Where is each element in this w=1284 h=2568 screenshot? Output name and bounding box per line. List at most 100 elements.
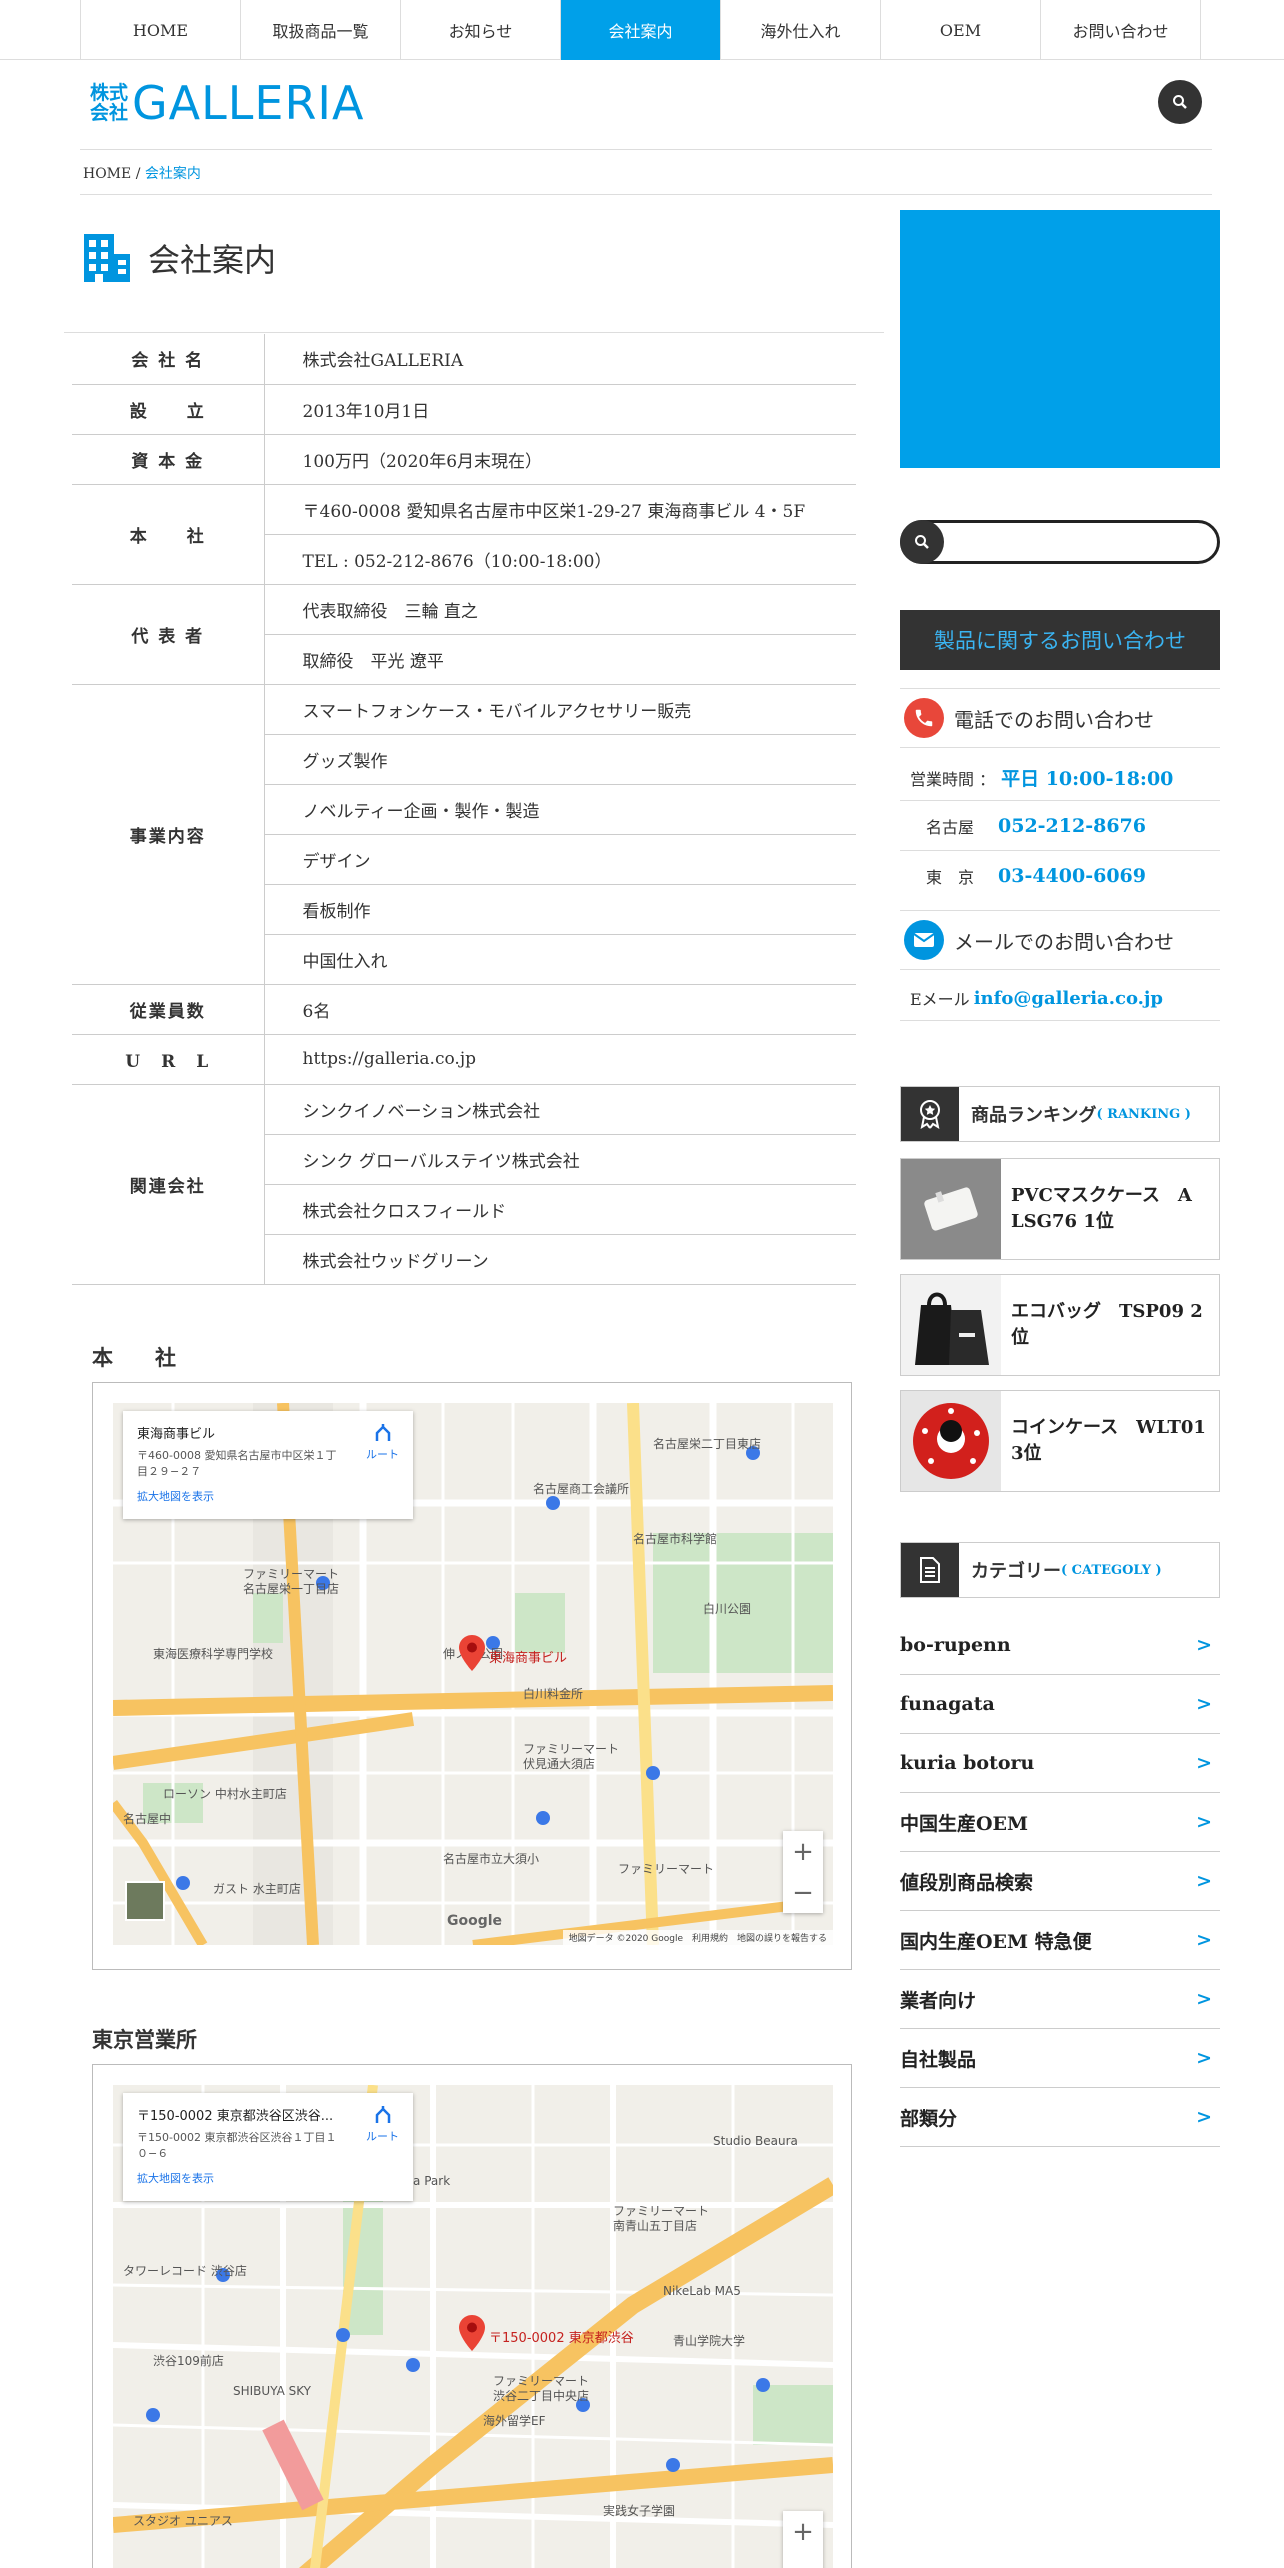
divider (80, 194, 1212, 195)
sidebar-search[interactable] (900, 520, 1220, 564)
product-inquiry-button[interactable]: 製品に関するお問い合わせ (900, 610, 1220, 670)
map-marker-label: 〒150-0002 東京都渋谷 (489, 2331, 634, 2346)
map-marker[interactable] (459, 2315, 485, 2355)
phone-inquiry-title: 電話でのお問い合わせ (954, 707, 1154, 732)
nav-home[interactable]: HOME (81, 0, 241, 60)
category-item[interactable]: 国内生産OEM 特急便 > (900, 1911, 1220, 1970)
category-item[interactable]: funagata > (900, 1675, 1220, 1734)
map-enlarge-link[interactable]: 拡大地図を表示 (137, 2170, 399, 2186)
nav-overseas[interactable]: 海外仕入れ (721, 0, 881, 60)
ranking-item-name: PVCマスクケース A LSG76 1位 (1011, 1185, 1192, 1232)
value-employees: 6名 (264, 984, 856, 1035)
map-route-button[interactable]: ルート (366, 1423, 399, 1462)
value-hq-tel: TEL : 052-212-8676（10:00-18:00） (264, 534, 856, 585)
divider (900, 1020, 1220, 1021)
category-subtitle: ( CATEGOLY ) (1061, 1562, 1162, 1578)
zoom-in-button[interactable]: + (783, 2511, 823, 2552)
tokyo-map-frame: Miyashita Parkタワーレコード 渋谷店 Studio Beauraフ… (92, 2064, 852, 2568)
breadcrumb-home[interactable]: HOME (83, 166, 131, 182)
divider (64, 332, 884, 333)
category-item[interactable]: bo-rupenn > (900, 1616, 1220, 1675)
hq-map-title: 本 社 (92, 1345, 176, 1370)
nav-contact[interactable]: お問い合わせ (1041, 0, 1201, 60)
company-info-table: 会 社 名 株式会社GALLERIA 設 立 2013年10月1日 資 本 金 … (72, 334, 856, 1285)
category-title: カテゴリー (971, 1561, 1061, 1582)
map-info-card: 〒150-0002 東京都渋谷区渋谷... 〒150-0002 東京都渋谷区渋谷… (123, 2093, 413, 2201)
map-info-card: 東海商事ビル 〒460-0008 愛知県名古屋市中区栄１丁目２９−２７ 拡大地図… (123, 1411, 413, 1519)
category-label: funagata (900, 1693, 995, 1715)
zoom-controls: + − (783, 2511, 823, 2568)
svg-text:東海医療科学専門学校: 東海医療科学専門学校 (153, 1646, 273, 1661)
svg-text:実践女子学園: 実践女子学園 (603, 2503, 675, 2518)
category-item[interactable]: 値段別商品検索 > (900, 1852, 1220, 1911)
value-hq-address: 〒460-0008 愛知県名古屋市中区栄1-29-27 東海商事ビル 4・5F (264, 484, 856, 535)
nav-oem[interactable]: OEM (881, 0, 1041, 60)
map-route-button[interactable]: ルート (366, 2105, 399, 2144)
map-marker[interactable] (459, 1635, 485, 1675)
value-url[interactable]: https://galleria.co.jp (264, 1034, 856, 1085)
value-related-4: 株式会社ウッドグリーン (264, 1234, 856, 1285)
category-label: kuria botoru (900, 1752, 1035, 1774)
category-item[interactable]: 自社製品 > (900, 2029, 1220, 2088)
value-business-3: ノベルティー企画・製作・製造 (264, 784, 856, 835)
product-thumbnail (901, 1391, 1001, 1491)
map-enlarge-link[interactable]: 拡大地図を表示 (137, 1488, 399, 1504)
category-label: 値段別商品検索 (900, 1871, 1034, 1894)
svg-text:ローソン 中村水主町店: ローソン 中村水主町店 (163, 1786, 287, 1801)
table-row: 関連会社 シンクイノベーション株式会社 (72, 1084, 856, 1285)
ranking-title: 商品ランキング (971, 1105, 1097, 1126)
label-representative: 代 表 者 (72, 584, 265, 685)
tokyo-map[interactable]: Miyashita Parkタワーレコード 渋谷店 Studio Beauraフ… (113, 2085, 833, 2568)
ranking-item-2[interactable]: エコバッグ TSP09 2位 (900, 1274, 1220, 1376)
sidebar-search-button[interactable] (900, 520, 944, 564)
svg-text:SHIBUYA SKY: SHIBUYA SKY (233, 2384, 312, 2398)
tokyo-tel[interactable]: 03-4400-6069 (998, 865, 1146, 887)
hq-map[interactable]: 名古屋商工会議所 名古屋市科学館 白川公園 ファミリーマート 名古屋栄一丁目店 東海医… (113, 1403, 833, 1945)
chevron-right-icon: > (1196, 1752, 1212, 1774)
nav-products[interactable]: 取扱商品一覧 (241, 0, 401, 60)
table-row: 資 本 金 100万円（2020年6月末現在） (72, 434, 856, 485)
value-related-3: 株式会社クロスフィールド (264, 1184, 856, 1235)
divider (80, 149, 1212, 150)
svg-text:ファミリーマート: ファミリーマート (618, 1862, 714, 1876)
nagoya-phone: 名古屋 052-212-8676 (926, 814, 1146, 838)
chevron-right-icon: > (1196, 1988, 1212, 2010)
category-item[interactable]: 中国生産OEM > (900, 1793, 1220, 1852)
header-search-button[interactable] (1158, 80, 1202, 124)
ranking-item-3[interactable]: コインケース WLT01 3位 (900, 1390, 1220, 1492)
zoom-in-button[interactable]: + (783, 1831, 823, 1872)
search-icon (1173, 95, 1187, 109)
nav-news[interactable]: お知らせ (401, 0, 561, 60)
svg-text:NikeLab MA5: NikeLab MA5 (663, 2284, 741, 2298)
label-headquarters: 本 社 (72, 484, 265, 585)
svg-text:白川料金所: 白川料金所 (523, 1686, 583, 1701)
document-icon (901, 1543, 959, 1597)
map-pin-icon (459, 2315, 485, 2351)
value-rep-1: 代表取締役 三輪 直之 (264, 584, 856, 635)
map-info-address: 〒150-0002 東京都渋谷区渋谷１丁目１０−６ (137, 2131, 337, 2160)
top-navigation: HOME 取扱商品一覧 お知らせ 会社案内 海外仕入れ OEM お問い合わせ (0, 0, 1284, 60)
phone-inquiry-header: 電話でのお問い合わせ (900, 688, 1220, 748)
category-label: 国内生産OEM 特急便 (900, 1930, 1092, 1953)
category-item[interactable]: 部類分 > (900, 2088, 1220, 2147)
satellite-toggle[interactable] (125, 1881, 165, 1921)
ranking-item-1[interactable]: PVCマスクケース A LSG76 1位 (900, 1158, 1220, 1260)
nagoya-tel[interactable]: 052-212-8676 (998, 815, 1146, 837)
value-business-2: グッズ製作 (264, 734, 856, 785)
value-business-5: 看板制作 (264, 884, 856, 935)
category-item[interactable]: kuria botoru > (900, 1734, 1220, 1793)
email-link[interactable]: info@galleria.co.jp (974, 988, 1163, 1009)
category-item[interactable]: 業者向け > (900, 1970, 1220, 2029)
breadcrumb-current: 会社案内 (144, 166, 201, 182)
building-icon (84, 234, 130, 282)
site-logo[interactable]: 株式 会社 GALLERIA (90, 76, 364, 130)
zoom-out-button[interactable]: − (783, 2552, 823, 2568)
svg-text:渋谷二丁目中央店: 渋谷二丁目中央店 (493, 2388, 589, 2403)
zoom-out-button[interactable]: − (783, 1872, 823, 1913)
map-attribution: 地図データ ©2020 Google 利用規約 地図の誤りを報告する (562, 1930, 833, 1945)
svg-text:名古屋栄一丁目店: 名古屋栄一丁目店 (243, 1581, 339, 1596)
nav-company[interactable]: 会社案内 (561, 0, 721, 60)
chevron-right-icon: > (1196, 1634, 1212, 1656)
chevron-right-icon: > (1196, 1870, 1212, 1892)
chevron-right-icon: > (1196, 1693, 1212, 1715)
